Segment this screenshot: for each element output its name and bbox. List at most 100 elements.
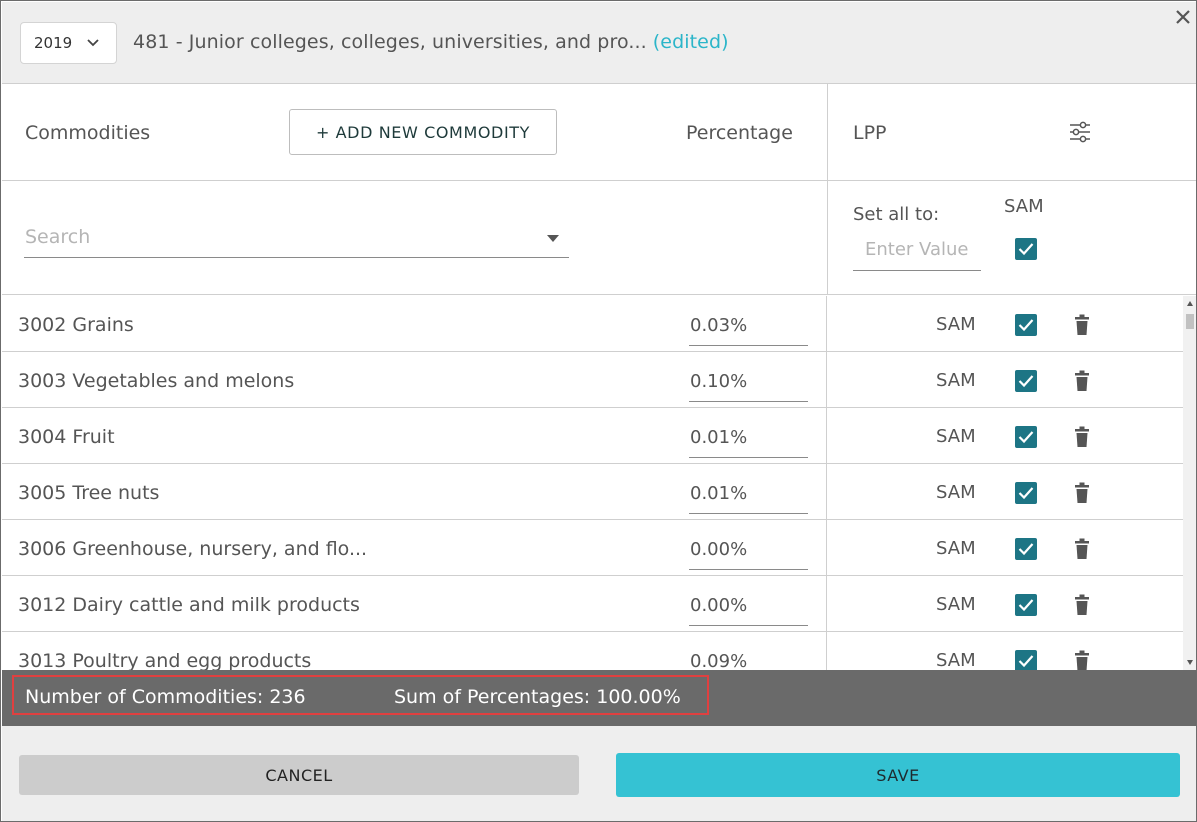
commodity-name: 3006 Greenhouse, nursery, and flo... (18, 538, 368, 560)
trash-icon[interactable] (1074, 538, 1090, 560)
caret-down-icon[interactable] (547, 235, 559, 242)
percentage-value: 0.00% (690, 595, 748, 616)
year-select-value: 2019 (34, 34, 73, 52)
percentage-value: 0.01% (690, 483, 748, 504)
commodities-column-label: Commodities (25, 122, 151, 144)
commodity-row: 3013 Poultry and egg products 0.09% SAM (2, 632, 1183, 670)
commodity-search-input[interactable]: Search (24, 221, 569, 258)
percentage-input[interactable]: 0.03% (689, 303, 808, 346)
dialog-title: 481 - Junior colleges, colleges, univers… (133, 31, 729, 53)
edited-label: (edited) (652, 31, 729, 53)
percentage-input[interactable]: 0.00% (689, 527, 808, 570)
percentage-sum: Sum of Percentages: 100.00% (394, 686, 681, 708)
check-icon (1018, 599, 1034, 612)
commodity-name: 3004 Fruit (18, 426, 115, 448)
set-all-placeholder: Enter Value (865, 239, 969, 260)
check-icon (1018, 543, 1034, 556)
year-select[interactable]: 2019 (20, 22, 117, 64)
commodity-name: 3012 Dairy cattle and milk products (18, 594, 360, 616)
sam-all-checkbox[interactable] (1015, 238, 1037, 260)
lpp-column-label: LPP (853, 122, 887, 144)
commodity-editor-dialog: 2019 481 - Junior colleges, colleges, un… (0, 0, 1197, 822)
set-all-label: Set all to: (853, 204, 940, 225)
sam-checkbox[interactable] (1015, 314, 1037, 336)
commodity-name: 3003 Vegetables and melons (18, 370, 295, 392)
percentage-value: 0.09% (690, 651, 748, 670)
filter-settings-icon[interactable] (1069, 120, 1091, 144)
column-divider (827, 181, 828, 294)
commodity-row: 3012 Dairy cattle and milk products 0.00%… (2, 576, 1183, 632)
check-icon (1018, 375, 1034, 388)
lpp-value: SAM (936, 314, 976, 335)
percentage-input[interactable]: 0.01% (689, 415, 808, 458)
commodity-row: 3004 Fruit 0.01% SAM (2, 408, 1183, 464)
sam-checkbox-wrap (1015, 370, 1037, 396)
scroll-up-icon[interactable] (1187, 301, 1193, 306)
sam-checkbox[interactable] (1015, 650, 1037, 670)
sam-checkbox[interactable] (1015, 370, 1037, 392)
check-icon (1018, 431, 1034, 444)
check-icon (1018, 487, 1034, 500)
dialog-header: 2019 481 - Junior colleges, colleges, un… (2, 2, 1196, 83)
column-divider (826, 408, 827, 463)
trash-icon[interactable] (1074, 482, 1090, 504)
summary-bar: Number of Commodities: 236 Sum of Percen… (2, 670, 1196, 726)
sam-checkbox-wrap (1015, 650, 1037, 670)
sam-checkbox[interactable] (1015, 482, 1037, 504)
search-placeholder: Search (25, 226, 91, 248)
close-icon[interactable] (1173, 7, 1193, 27)
column-divider (826, 520, 827, 575)
commodity-row: 3002 Grains 0.03% SAM (2, 296, 1183, 352)
scrollbar-thumb[interactable] (1186, 314, 1194, 329)
sam-checkbox[interactable] (1015, 594, 1037, 616)
column-divider (826, 576, 827, 631)
percentage-input[interactable]: 0.00% (689, 583, 808, 626)
commodity-name: 3005 Tree nuts (18, 482, 160, 504)
industry-title: 481 - Junior colleges, colleges, univers… (133, 31, 647, 53)
percentage-value: 0.00% (690, 539, 748, 560)
commodity-name: 3013 Poultry and egg products (18, 650, 312, 670)
lpp-value: SAM (936, 538, 976, 559)
check-icon (1018, 655, 1034, 668)
search-row: Search Set all to: Enter Value SAM (2, 181, 1196, 295)
cancel-button[interactable]: CANCEL (19, 755, 579, 795)
lpp-value: SAM (936, 482, 976, 503)
column-divider (826, 464, 827, 519)
commodity-name: 3002 Grains (18, 314, 134, 336)
sam-checkbox-wrap (1015, 314, 1037, 340)
trash-icon[interactable] (1074, 370, 1090, 392)
percentage-value: 0.10% (690, 371, 748, 392)
commodity-row: 3006 Greenhouse, nursery, and flo... 0.00… (2, 520, 1183, 576)
dialog-actions: CANCEL SAVE (2, 726, 1196, 821)
commodity-list: 3002 Grains 0.03% SAM 3003 Vegetables and m… (2, 296, 1183, 670)
sam-checkbox-wrap (1015, 538, 1037, 564)
sam-checkbox-wrap (1015, 482, 1037, 508)
percentage-value: 0.03% (690, 315, 748, 336)
column-divider (826, 632, 827, 670)
trash-icon[interactable] (1074, 426, 1090, 448)
sam-checkbox[interactable] (1015, 426, 1037, 448)
trash-icon[interactable] (1074, 314, 1090, 336)
lpp-value: SAM (936, 594, 976, 615)
sam-checkbox[interactable] (1015, 538, 1037, 560)
percentage-input[interactable]: 0.09% (689, 639, 808, 670)
list-scrollbar[interactable] (1183, 296, 1196, 670)
percentage-input[interactable]: 0.01% (689, 471, 808, 514)
column-divider (827, 84, 828, 181)
sam-column-label: SAM (1004, 196, 1044, 217)
check-icon (1018, 243, 1034, 256)
chevron-down-icon (87, 39, 99, 47)
sam-checkbox-wrap (1015, 594, 1037, 620)
trash-icon[interactable] (1074, 594, 1090, 616)
percentage-value: 0.01% (690, 427, 748, 448)
sam-checkbox-wrap (1015, 426, 1037, 452)
add-new-commodity-button[interactable]: + ADD NEW COMMODITY (289, 109, 557, 155)
lpp-value: SAM (936, 426, 976, 447)
scroll-down-icon[interactable] (1187, 660, 1193, 665)
percentage-input[interactable]: 0.10% (689, 359, 808, 402)
column-divider (826, 352, 827, 407)
save-button[interactable]: SAVE (616, 753, 1180, 797)
column-header-row: Commodities + ADD NEW COMMODITY Percenta… (2, 83, 1196, 181)
trash-icon[interactable] (1074, 650, 1090, 670)
set-all-value-input[interactable]: Enter Value (853, 233, 981, 271)
